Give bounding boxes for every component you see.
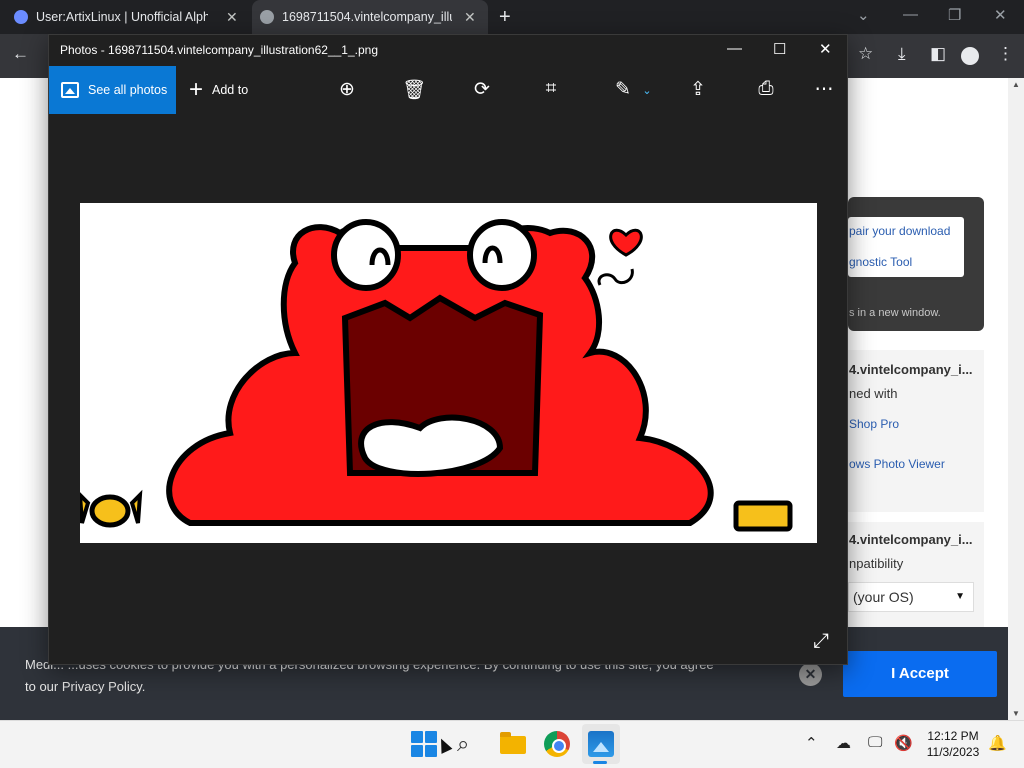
- site-favicon-icon: [14, 10, 28, 24]
- download-icon[interactable]: ⤓: [898, 44, 906, 64]
- restore-browser-icon[interactable]: ❐: [948, 6, 961, 24]
- edit-image-icon[interactable]: ✎: [611, 78, 635, 101]
- profile-avatar-icon[interactable]: [961, 47, 979, 65]
- diagnostic-tool-link[interactable]: gnostic Tool: [849, 255, 912, 269]
- accept-cookies-button[interactable]: I Accept: [843, 651, 997, 697]
- tab-title: User:ArtixLinux | Unofficial Alpha: [36, 10, 208, 24]
- repair-download-link[interactable]: pair your download: [849, 224, 950, 238]
- add-to-button[interactable]: + Add to: [189, 66, 248, 114]
- windows-logo-icon: [411, 731, 423, 743]
- close-tab-icon[interactable]: ✕: [464, 9, 476, 26]
- close-icon[interactable]: ✕: [819, 40, 832, 58]
- file-name-heading: 4.vintelcompany_i...: [849, 362, 973, 377]
- clock-time: 12:12 PM: [927, 729, 979, 743]
- os-select-value: (your OS): [853, 589, 914, 605]
- more-options-icon[interactable]: ⋯: [812, 78, 836, 101]
- dropdown-caret-icon: ▼: [955, 591, 965, 602]
- add-to-label: Add to: [212, 83, 249, 97]
- photos-titlebar[interactable]: Photos - 1698711504.vintelcompany_illust…: [49, 35, 847, 66]
- delete-icon[interactable]: 🗑: [402, 78, 426, 102]
- close-tab-icon[interactable]: ✕: [226, 9, 238, 26]
- photos-window: Photos - 1698711504.vintelcompany_illust…: [48, 34, 848, 665]
- windows-photo-viewer-link[interactable]: ows Photo Viewer: [849, 457, 945, 471]
- tab-artix-linux[interactable]: User:ArtixLinux | Unofficial Alpha ✕: [14, 0, 246, 34]
- start-button[interactable]: [411, 731, 437, 757]
- tab-vintelcompany-image[interactable]: 1698711504.vintelcompany_illustr ✕: [252, 0, 488, 34]
- back-arrow-icon[interactable]: ←: [12, 44, 29, 64]
- chevron-down-icon[interactable]: ⌄: [635, 84, 659, 97]
- show-hidden-icons-chevron-icon[interactable]: ⌃: [805, 734, 818, 752]
- expand-fullscreen-icon[interactable]: ⤢: [813, 630, 829, 653]
- plus-icon: +: [189, 76, 204, 103]
- photos-taskbar-button[interactable]: [588, 731, 614, 757]
- photo-gallery-icon: [61, 82, 79, 98]
- side-panel-icon[interactable]: ◧: [930, 44, 946, 64]
- see-all-photos-button[interactable]: See all photos: [49, 66, 176, 114]
- notifications-bell-icon[interactable]: 🔔: [988, 734, 1007, 752]
- new-window-note: s in a new window.: [849, 307, 941, 319]
- right-eye: [467, 219, 537, 291]
- gold-bar-sticker: [733, 500, 793, 532]
- illustration-red-creature: [77, 219, 793, 532]
- tab-search-chevron-icon[interactable]: ⌄: [857, 6, 870, 24]
- heart-squiggle: [597, 268, 634, 286]
- cookie-close-button[interactable]: ✕: [799, 663, 822, 686]
- scroll-up-icon[interactable]: ▲: [1012, 80, 1020, 89]
- close-browser-icon[interactable]: ✕: [994, 6, 1007, 24]
- scroll-down-icon[interactable]: ▼: [1012, 709, 1020, 718]
- tongue: [358, 414, 504, 477]
- zoom-in-icon[interactable]: ⊕: [335, 78, 359, 101]
- photos-command-bar: See all photos + Add to ⊕ 🗑 ⟳ ⌗ ✎ ⌄ ⇪ ⎙ …: [49, 66, 847, 114]
- minimize-browser-icon[interactable]: —: [903, 6, 918, 23]
- privacy-policy-text[interactable]: to our Privacy Policy.: [25, 676, 745, 698]
- network-icon[interactable]: 🖵: [868, 734, 882, 751]
- print-icon[interactable]: ⎙: [754, 78, 778, 100]
- tab-title: 1698711504.vintelcompany_illustr: [282, 10, 452, 24]
- minimize-icon[interactable]: —: [727, 40, 742, 57]
- photo-canvas[interactable]: [77, 203, 817, 543]
- crop-icon[interactable]: ⌗: [539, 78, 563, 100]
- browser-menu-kebab-icon[interactable]: ⋮: [997, 44, 1014, 64]
- rotate-icon[interactable]: ⟳: [470, 78, 494, 101]
- compatibility-label: npatibility: [849, 556, 904, 571]
- page-scrollbar[interactable]: ▲ ▼: [1008, 78, 1024, 720]
- bookmark-star-icon[interactable]: ☆: [858, 44, 873, 64]
- volume-muted-icon[interactable]: 🔇: [894, 734, 913, 752]
- active-app-indicator: [593, 761, 607, 764]
- maximize-icon[interactable]: ☐: [773, 40, 786, 58]
- heart-shape: [609, 228, 643, 257]
- onedrive-offline-icon[interactable]: ☁: [836, 734, 851, 752]
- photos-window-title: Photos - 1698711504.vintelcompany_illust…: [60, 43, 379, 57]
- candy-sticker: [77, 489, 143, 528]
- opened-with-label: ned with: [849, 386, 898, 401]
- os-select[interactable]: (your OS) ▼: [848, 582, 974, 612]
- clock-date: 11/3/2023: [926, 745, 980, 759]
- taskbar-clock[interactable]: 12:12 PM 11/3/2023: [918, 728, 988, 760]
- share-icon[interactable]: ⇪: [686, 78, 710, 101]
- globe-icon: [260, 10, 274, 24]
- folder-icon: [500, 732, 526, 754]
- chrome-taskbar-button[interactable]: [544, 731, 570, 757]
- taskbar-search-icon[interactable]: ⌕: [457, 731, 483, 757]
- see-all-photos-label: See all photos: [88, 83, 168, 97]
- file-name-heading: 4.vintelcompany_i...: [849, 532, 973, 547]
- new-tab-button[interactable]: +: [499, 6, 511, 29]
- file-explorer-button[interactable]: [500, 731, 526, 757]
- paintshop-pro-link[interactable]: Shop Pro: [849, 417, 899, 431]
